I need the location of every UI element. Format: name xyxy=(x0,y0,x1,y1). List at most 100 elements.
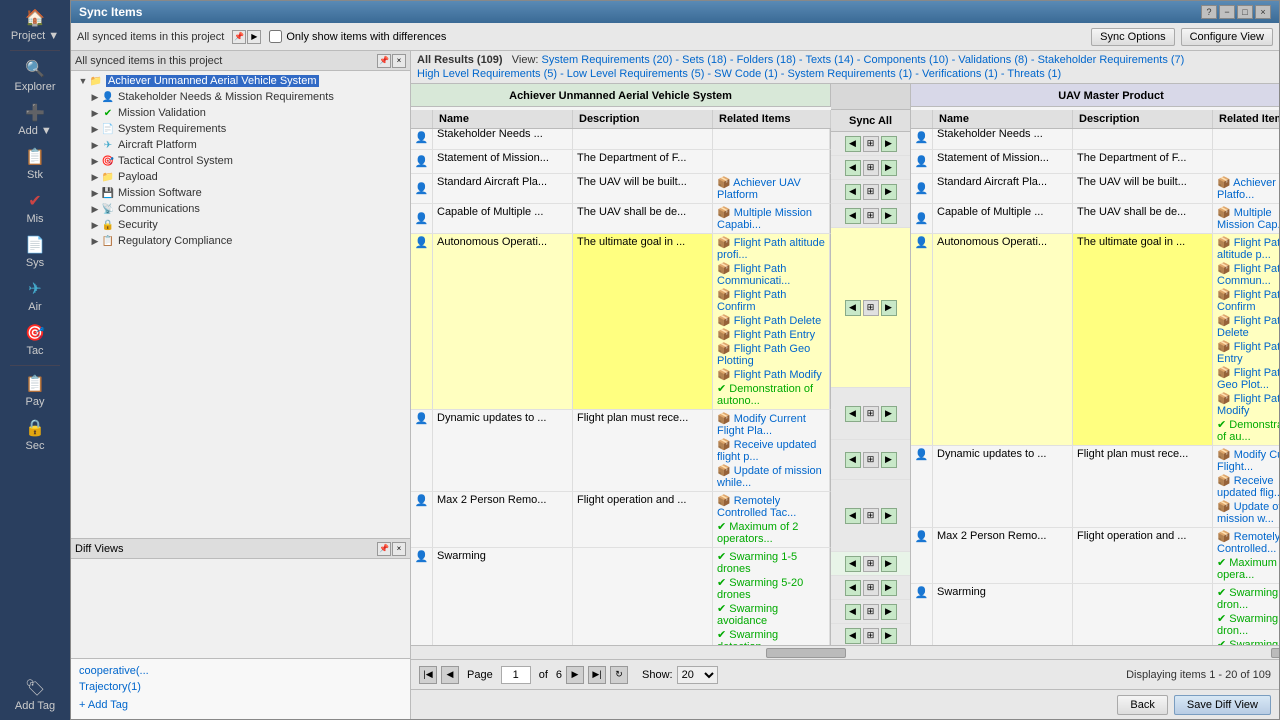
tree-aircraft-toggle[interactable]: ▶ xyxy=(89,139,101,151)
tree-item-comms[interactable]: ▶ 📡 Communications xyxy=(73,201,408,217)
diff-only-checkbox[interactable] xyxy=(269,30,282,43)
sync-right-btn[interactable]: ▶ xyxy=(881,208,897,224)
filter-folders[interactable]: Folders (18) xyxy=(737,54,796,66)
filter-texts[interactable]: Texts (14) xyxy=(805,54,853,66)
refresh-btn[interactable]: ↻ xyxy=(610,666,628,684)
sync-left-btn[interactable]: ◀ xyxy=(845,580,861,596)
sync-left-btn[interactable]: ◀ xyxy=(845,508,861,524)
sync-grid-btn[interactable]: ⊞ xyxy=(863,136,879,152)
filter-llreq[interactable]: Low Level Requirements (5) xyxy=(567,68,705,80)
next-page-btn[interactable]: ▶ xyxy=(566,666,584,684)
last-page-btn[interactable]: ▶| xyxy=(588,666,606,684)
sidebar-add[interactable]: ➕ Add ▼ xyxy=(5,99,65,141)
sync-grid-btn[interactable]: ⊞ xyxy=(863,184,879,200)
prev-page-btn[interactable]: ◀ xyxy=(441,666,459,684)
sync-grid-btn[interactable]: ⊞ xyxy=(863,406,879,422)
sync-grid-btn[interactable]: ⊞ xyxy=(863,628,879,644)
sidebar-sec[interactable]: 🔒 Sec xyxy=(5,414,65,456)
sync-right-btn[interactable]: ▶ xyxy=(881,452,897,468)
sync-left-btn[interactable]: ◀ xyxy=(845,628,861,644)
sync-left-btn[interactable]: ◀ xyxy=(845,208,861,224)
tree-item-security[interactable]: ▶ 🔒 Security xyxy=(73,217,408,233)
tree-item-aircraft[interactable]: ▶ ✈ Aircraft Platform xyxy=(73,137,408,153)
sidebar-stk[interactable]: 📋 Stk xyxy=(5,143,65,185)
sync-grid-btn[interactable]: ⊞ xyxy=(863,300,879,316)
tree-stakeholder-toggle[interactable]: ▶ xyxy=(89,91,101,103)
sync-right-btn[interactable]: ▶ xyxy=(881,406,897,422)
tree-item-stakeholder[interactable]: ▶ 👤 Stakeholder Needs & Mission Requirem… xyxy=(73,89,408,105)
maximize-button[interactable]: □ xyxy=(1237,5,1253,19)
tree-regulatory-toggle[interactable]: ▶ xyxy=(89,235,101,247)
sync-grid-btn[interactable]: ⊞ xyxy=(863,604,879,620)
filter-stakeholder[interactable]: Stakeholder Requirements (7) xyxy=(1038,54,1185,66)
tree-item-tactical[interactable]: ▶ 🎯 Tactical Control System xyxy=(73,153,408,169)
tree-root[interactable]: ▼ 📁 Achiever Unmanned Aerial Vehicle Sys… xyxy=(73,73,408,89)
filter-sysreq[interactable]: System Requirements (20) xyxy=(542,54,673,66)
sync-left-btn[interactable]: ◀ xyxy=(845,300,861,316)
sync-grid-btn[interactable]: ⊞ xyxy=(863,452,879,468)
sync-grid-btn[interactable]: ⊞ xyxy=(863,508,879,524)
sidebar-sys[interactable]: 📄 Sys xyxy=(5,231,65,273)
sync-left-btn[interactable]: ◀ xyxy=(845,452,861,468)
diff-views-close[interactable]: × xyxy=(392,542,406,556)
tree-payload-toggle[interactable]: ▶ xyxy=(89,171,101,183)
filter-sysreq2[interactable]: System Requirements (1) xyxy=(788,68,913,80)
sidebar-tac[interactable]: 🎯 Tac xyxy=(5,319,65,361)
sync-grid-btn[interactable]: ⊞ xyxy=(863,208,879,224)
filter-hlreq[interactable]: High Level Requirements (5) xyxy=(417,68,557,80)
sidebar-pay[interactable]: 📋 Pay xyxy=(5,370,65,412)
sync-right-btn[interactable]: ▶ xyxy=(881,556,897,572)
sync-grid-btn[interactable]: ⊞ xyxy=(863,580,879,596)
sidebar-air[interactable]: ✈ Air xyxy=(5,275,65,317)
sync-left-btn[interactable]: ◀ xyxy=(845,184,861,200)
sidebar-explorer[interactable]: 🔍 Explorer xyxy=(5,55,65,97)
tree-missionsw-toggle[interactable]: ▶ xyxy=(89,187,101,199)
sync-left-btn[interactable]: ◀ xyxy=(845,136,861,152)
close-button[interactable]: × xyxy=(1255,5,1271,19)
save-diff-view-button[interactable]: Save Diff View xyxy=(1174,695,1271,715)
sync-right-btn[interactable]: ▶ xyxy=(881,508,897,524)
sync-right-btn[interactable]: ▶ xyxy=(881,136,897,152)
page-input[interactable] xyxy=(501,666,531,684)
sync-grid-btn[interactable]: ⊞ xyxy=(863,160,879,176)
filter-components[interactable]: Components (10) xyxy=(864,54,949,66)
tree-item-missionsw[interactable]: ▶ 💾 Mission Software xyxy=(73,185,408,201)
tree-mission-toggle[interactable]: ▶ xyxy=(89,107,101,119)
filter-validations[interactable]: Validations (8) xyxy=(958,54,1028,66)
sync-right-btn[interactable]: ▶ xyxy=(881,580,897,596)
tag-trajectory[interactable]: Trajectory(1) xyxy=(75,679,406,695)
tree-sysreq-toggle[interactable]: ▶ xyxy=(89,123,101,135)
toolbar-expand-btn[interactable]: ▶ xyxy=(247,30,261,44)
sync-right-btn[interactable]: ▶ xyxy=(881,604,897,620)
show-select[interactable]: 20 50 100 xyxy=(677,666,718,684)
minimize-button[interactable]: − xyxy=(1219,5,1235,19)
tree-item-sysreq[interactable]: ▶ 📄 System Requirements xyxy=(73,121,408,137)
scroll-thumb-right[interactable] xyxy=(1271,648,1279,658)
scroll-thumb-left[interactable] xyxy=(766,648,846,658)
help-button[interactable]: ? xyxy=(1201,5,1217,19)
sync-table-container[interactable]: Achiever Unmanned Aerial Vehicle System … xyxy=(411,84,1279,645)
tree-root-toggle[interactable]: ▼ xyxy=(77,75,89,87)
sync-options-button[interactable]: Sync Options xyxy=(1091,28,1174,46)
sync-right-btn[interactable]: ▶ xyxy=(881,160,897,176)
add-tag-button[interactable]: + Add Tag xyxy=(75,695,406,715)
filter-verif[interactable]: Verifications (1) xyxy=(922,68,998,80)
left-panel-close[interactable]: × xyxy=(392,54,406,68)
left-panel-pin[interactable]: 📌 xyxy=(377,54,391,68)
sync-left-btn[interactable]: ◀ xyxy=(845,406,861,422)
sync-left-btn[interactable]: ◀ xyxy=(845,604,861,620)
tree-item-payload[interactable]: ▶ 📁 Payload xyxy=(73,169,408,185)
toolbar-pin-btn[interactable]: 📌 xyxy=(232,30,246,44)
sync-right-btn[interactable]: ▶ xyxy=(881,300,897,316)
sidebar-add-tag[interactable]: 🏷 Add Tag xyxy=(5,674,65,716)
tree-item-mission[interactable]: ▶ ✔ Mission Validation xyxy=(73,105,408,121)
tag-cooperative[interactable]: cooperative(... xyxy=(75,663,406,679)
tree-item-regulatory[interactable]: ▶ 📋 Regulatory Compliance xyxy=(73,233,408,249)
filter-threats[interactable]: Threats (1) xyxy=(1007,68,1061,80)
diff-views-pin[interactable]: 📌 xyxy=(377,542,391,556)
sync-left-btn[interactable]: ◀ xyxy=(845,160,861,176)
sync-left-btn[interactable]: ◀ xyxy=(845,556,861,572)
back-button[interactable]: Back xyxy=(1117,695,1167,715)
filter-swcode[interactable]: SW Code (1) xyxy=(714,68,778,80)
filter-sets[interactable]: Sets (18) xyxy=(682,54,727,66)
